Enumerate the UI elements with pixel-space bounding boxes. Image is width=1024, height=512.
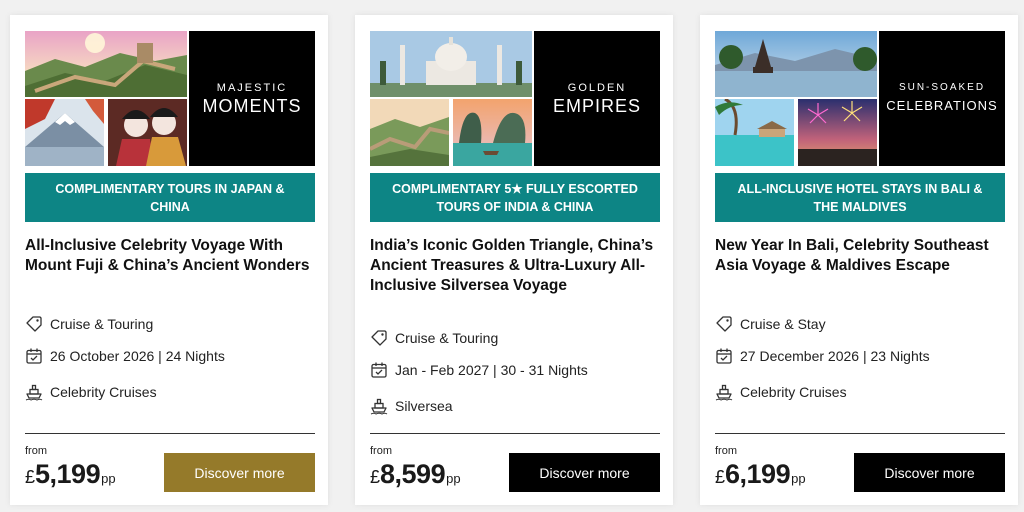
collection-title-bottom: EMPIRES xyxy=(552,95,642,116)
image-collage: SUN-SOAKED CELEBRATIONS xyxy=(715,31,1005,166)
departure-date: Jan - Feb 2027 | 30 - 31 Nights xyxy=(395,362,588,378)
date-row: Jan - Feb 2027 | 30 - 31 Nights xyxy=(370,361,588,379)
offer-banner: ALL-INCLUSIVE HOTEL STAYS IN BALI & THE … xyxy=(715,173,1005,222)
departure-date: 27 December 2026 | 23 Nights xyxy=(740,348,930,364)
card-headline[interactable]: New Year In Bali, Celebrity Southeast As… xyxy=(715,236,1010,276)
calendar-icon xyxy=(715,347,733,365)
maldives-beach-photo xyxy=(715,99,794,166)
price-per-person: pp xyxy=(446,471,461,486)
geisha-photo xyxy=(108,99,187,166)
price-amount: 6,199 xyxy=(725,459,791,489)
price-currency: £ xyxy=(715,467,726,487)
price-per-person: pp xyxy=(791,471,806,486)
image-collage: MAJESTIC MOMENTS xyxy=(25,31,315,166)
cruise-line-row: Silversea xyxy=(370,397,453,415)
holiday-type-row: Cruise & Touring xyxy=(370,329,498,347)
divider xyxy=(715,433,1005,434)
tag-icon xyxy=(715,315,733,333)
ship-icon xyxy=(25,383,43,401)
collection-title-top: GOLDEN xyxy=(567,81,627,94)
price: £ 5,199 pp xyxy=(25,459,116,490)
price: £ 6,199 pp xyxy=(715,459,806,490)
holiday-type-row: Cruise & Stay xyxy=(715,315,826,333)
divider xyxy=(25,433,315,434)
holiday-type: Cruise & Touring xyxy=(50,316,154,332)
cruise-line-row: Celebrity Cruises xyxy=(715,383,847,401)
price-from-label: from xyxy=(25,445,47,457)
price-currency: £ xyxy=(370,467,381,487)
collection-title-bottom: MOMENTS xyxy=(202,95,302,116)
offer-banner: COMPLIMENTARY 5★ FULLY ESCORTED TOURS OF… xyxy=(370,173,660,222)
bali-temple-photo xyxy=(715,31,877,97)
discover-more-button[interactable]: Discover more xyxy=(509,453,660,492)
price-amount: 5,199 xyxy=(35,459,101,489)
discover-more-button[interactable]: Discover more xyxy=(164,453,315,492)
date-row: 27 December 2026 | 23 Nights xyxy=(715,347,930,365)
collection-title-top: MAJESTIC xyxy=(216,81,288,94)
great-wall-photo xyxy=(370,99,449,166)
tag-icon xyxy=(370,329,388,347)
cruise-line-row: Celebrity Cruises xyxy=(25,383,157,401)
holiday-type: Cruise & Stay xyxy=(740,316,826,332)
collection-title-block: MAJESTIC MOMENTS xyxy=(189,31,315,166)
holiday-type-row: Cruise & Touring xyxy=(25,315,153,333)
card-headline[interactable]: India’s Iconic Golden Triangle, China’s … xyxy=(370,236,665,296)
ship-icon xyxy=(370,397,388,415)
collection-title-top: SUN-SOAKED xyxy=(898,81,986,93)
discover-more-button[interactable]: Discover more xyxy=(854,453,1005,492)
price: £ 8,599 pp xyxy=(370,459,461,490)
offer-banner: COMPLIMENTARY TOURS IN JAPAN & CHINA xyxy=(25,173,315,222)
tag-icon xyxy=(25,315,43,333)
fireworks-photo xyxy=(798,99,877,166)
calendar-icon xyxy=(25,347,43,365)
divider xyxy=(370,433,660,434)
taj-mahal-photo xyxy=(370,31,532,97)
price-amount: 8,599 xyxy=(380,459,446,489)
cruise-line: Celebrity Cruises xyxy=(50,384,157,400)
date-row: 26 October 2026 | 24 Nights xyxy=(25,347,225,365)
ha-long-bay-photo xyxy=(453,99,532,166)
price-from-label: from xyxy=(715,445,737,457)
price-per-person: pp xyxy=(101,471,116,486)
mount-fuji-photo xyxy=(25,99,104,166)
cruise-line: Celebrity Cruises xyxy=(740,384,847,400)
ship-icon xyxy=(715,383,733,401)
holiday-card[interactable]: GOLDEN EMPIRES COMPLIMENTARY 5★ FULLY ES… xyxy=(355,15,673,505)
collection-title-block: GOLDEN EMPIRES xyxy=(534,31,660,166)
image-collage: GOLDEN EMPIRES xyxy=(370,31,660,166)
card-headline[interactable]: All-Inclusive Celebrity Voyage With Moun… xyxy=(25,236,320,276)
departure-date: 26 October 2026 | 24 Nights xyxy=(50,348,225,364)
cruise-line: Silversea xyxy=(395,398,453,414)
price-currency: £ xyxy=(25,467,36,487)
holiday-type: Cruise & Touring xyxy=(395,330,499,346)
collection-title-block: SUN-SOAKED CELEBRATIONS xyxy=(879,31,1005,166)
collection-title-bottom: CELEBRATIONS xyxy=(886,97,998,113)
price-from-label: from xyxy=(370,445,392,457)
great-wall-photo xyxy=(25,31,187,97)
calendar-icon xyxy=(370,361,388,379)
holiday-card[interactable]: SUN-SOAKED CELEBRATIONS ALL-INCLUSIVE HO… xyxy=(700,15,1018,505)
holiday-card[interactable]: MAJESTIC MOMENTS COMPLIMENTARY TOURS IN … xyxy=(10,15,328,505)
